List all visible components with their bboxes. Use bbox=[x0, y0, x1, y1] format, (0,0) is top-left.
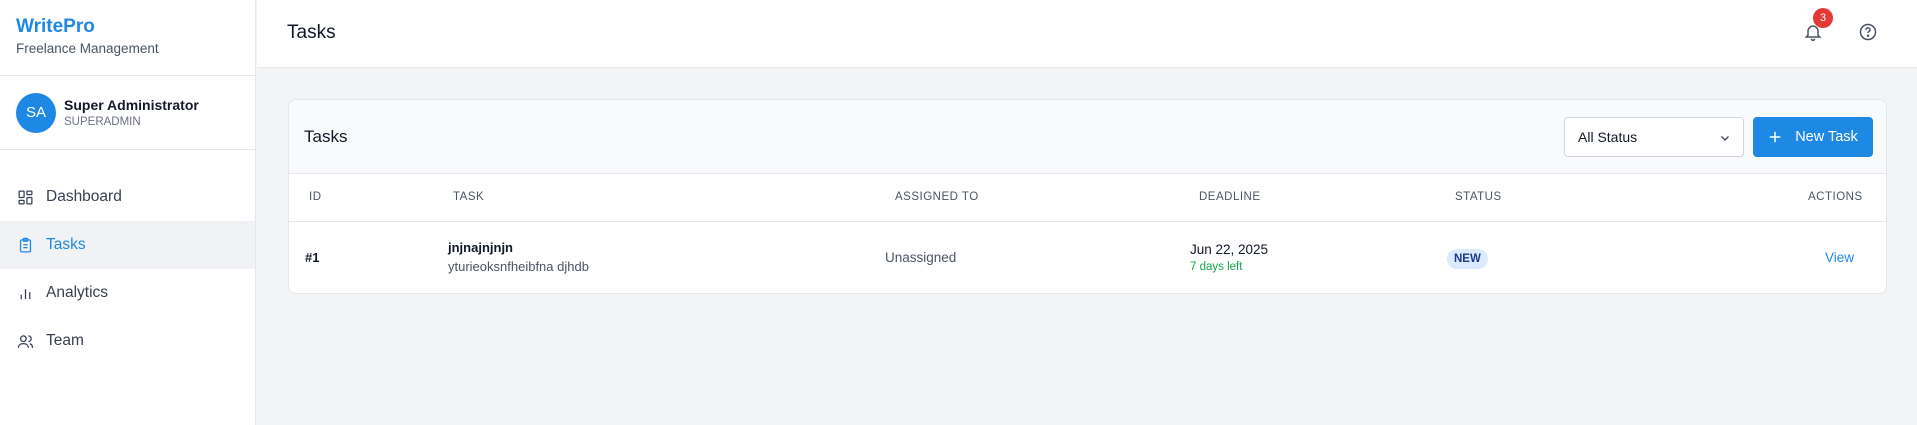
status-badge: NEW bbox=[1447, 249, 1488, 269]
sidebar-item-dashboard[interactable]: Dashboard bbox=[0, 173, 255, 221]
view-link[interactable]: View bbox=[1825, 250, 1854, 265]
brand-name[interactable]: WritePro bbox=[16, 16, 239, 38]
dashboard-icon bbox=[16, 188, 34, 206]
brand: WritePro Freelance Management bbox=[0, 0, 255, 76]
deadline-date: Jun 22, 2025 bbox=[1190, 242, 1269, 257]
table-row: #1 jnjnajnjnjn yturieoksnfheibfna djhdb … bbox=[289, 222, 1886, 293]
panel-title: Tasks bbox=[304, 127, 348, 146]
table-header: ID TASK ASSIGNED TO DEADLINE STATUS ACTI… bbox=[289, 174, 1886, 222]
status-filter-select[interactable]: All Status bbox=[1564, 117, 1744, 157]
new-task-label: New Task bbox=[1795, 129, 1858, 145]
bar-chart-icon bbox=[16, 284, 34, 302]
avatar: SA bbox=[16, 92, 56, 133]
column-header-id: ID bbox=[309, 191, 322, 203]
plus-icon bbox=[1768, 130, 1782, 144]
users-icon bbox=[16, 332, 34, 350]
help-icon[interactable] bbox=[1858, 22, 1878, 42]
status-filter-value: All Status bbox=[1578, 129, 1638, 145]
sidebar-item-team[interactable]: Team bbox=[0, 317, 255, 365]
tasks-panel: Tasks All Status New Task ID TASK ASSIGN… bbox=[288, 99, 1887, 294]
brand-subtitle: Freelance Management bbox=[16, 41, 159, 56]
column-header-status: STATUS bbox=[1455, 191, 1502, 203]
sidebar-item-tasks[interactable]: Tasks bbox=[0, 221, 255, 269]
user-role: SUPERADMIN bbox=[64, 116, 141, 128]
task-id: #1 bbox=[305, 250, 320, 265]
days-left: 7 days left bbox=[1190, 261, 1243, 273]
sidebar-item-label: Tasks bbox=[46, 236, 86, 253]
new-task-button[interactable]: New Task bbox=[1753, 117, 1873, 157]
column-header-task: TASK bbox=[453, 191, 485, 203]
sidebar-item-analytics[interactable]: Analytics bbox=[0, 269, 255, 317]
sidebar-item-label: Dashboard bbox=[46, 188, 122, 205]
task-name: jnjnajnjnjn bbox=[448, 240, 513, 255]
column-header-actions: ACTIONS bbox=[1808, 191, 1863, 203]
assigned-to: Unassigned bbox=[885, 250, 957, 265]
panel-header: Tasks All Status New Task bbox=[289, 100, 1886, 174]
notification-badge: 3 bbox=[1813, 8, 1833, 28]
user-profile: SA Super Administrator SUPERADMIN bbox=[0, 76, 255, 150]
sidebar-item-label: Analytics bbox=[46, 284, 109, 301]
sidebar-item-label: Team bbox=[46, 332, 84, 349]
clipboard-icon bbox=[16, 236, 34, 254]
chevron-down-icon bbox=[1719, 131, 1731, 143]
task-description: yturieoksnfheibfna djhdb bbox=[448, 259, 589, 274]
user-name: Super Administrator bbox=[64, 97, 199, 113]
page-title: Tasks bbox=[287, 22, 336, 43]
column-header-assigned: ASSIGNED TO bbox=[895, 191, 979, 203]
column-header-deadline: DEADLINE bbox=[1199, 191, 1261, 203]
top-bar: Tasks 3 bbox=[257, 0, 1917, 68]
sidebar-nav: Dashboard Tasks Analytics Team bbox=[0, 173, 255, 365]
sidebar: WritePro Freelance Management SA Super A… bbox=[0, 0, 256, 425]
